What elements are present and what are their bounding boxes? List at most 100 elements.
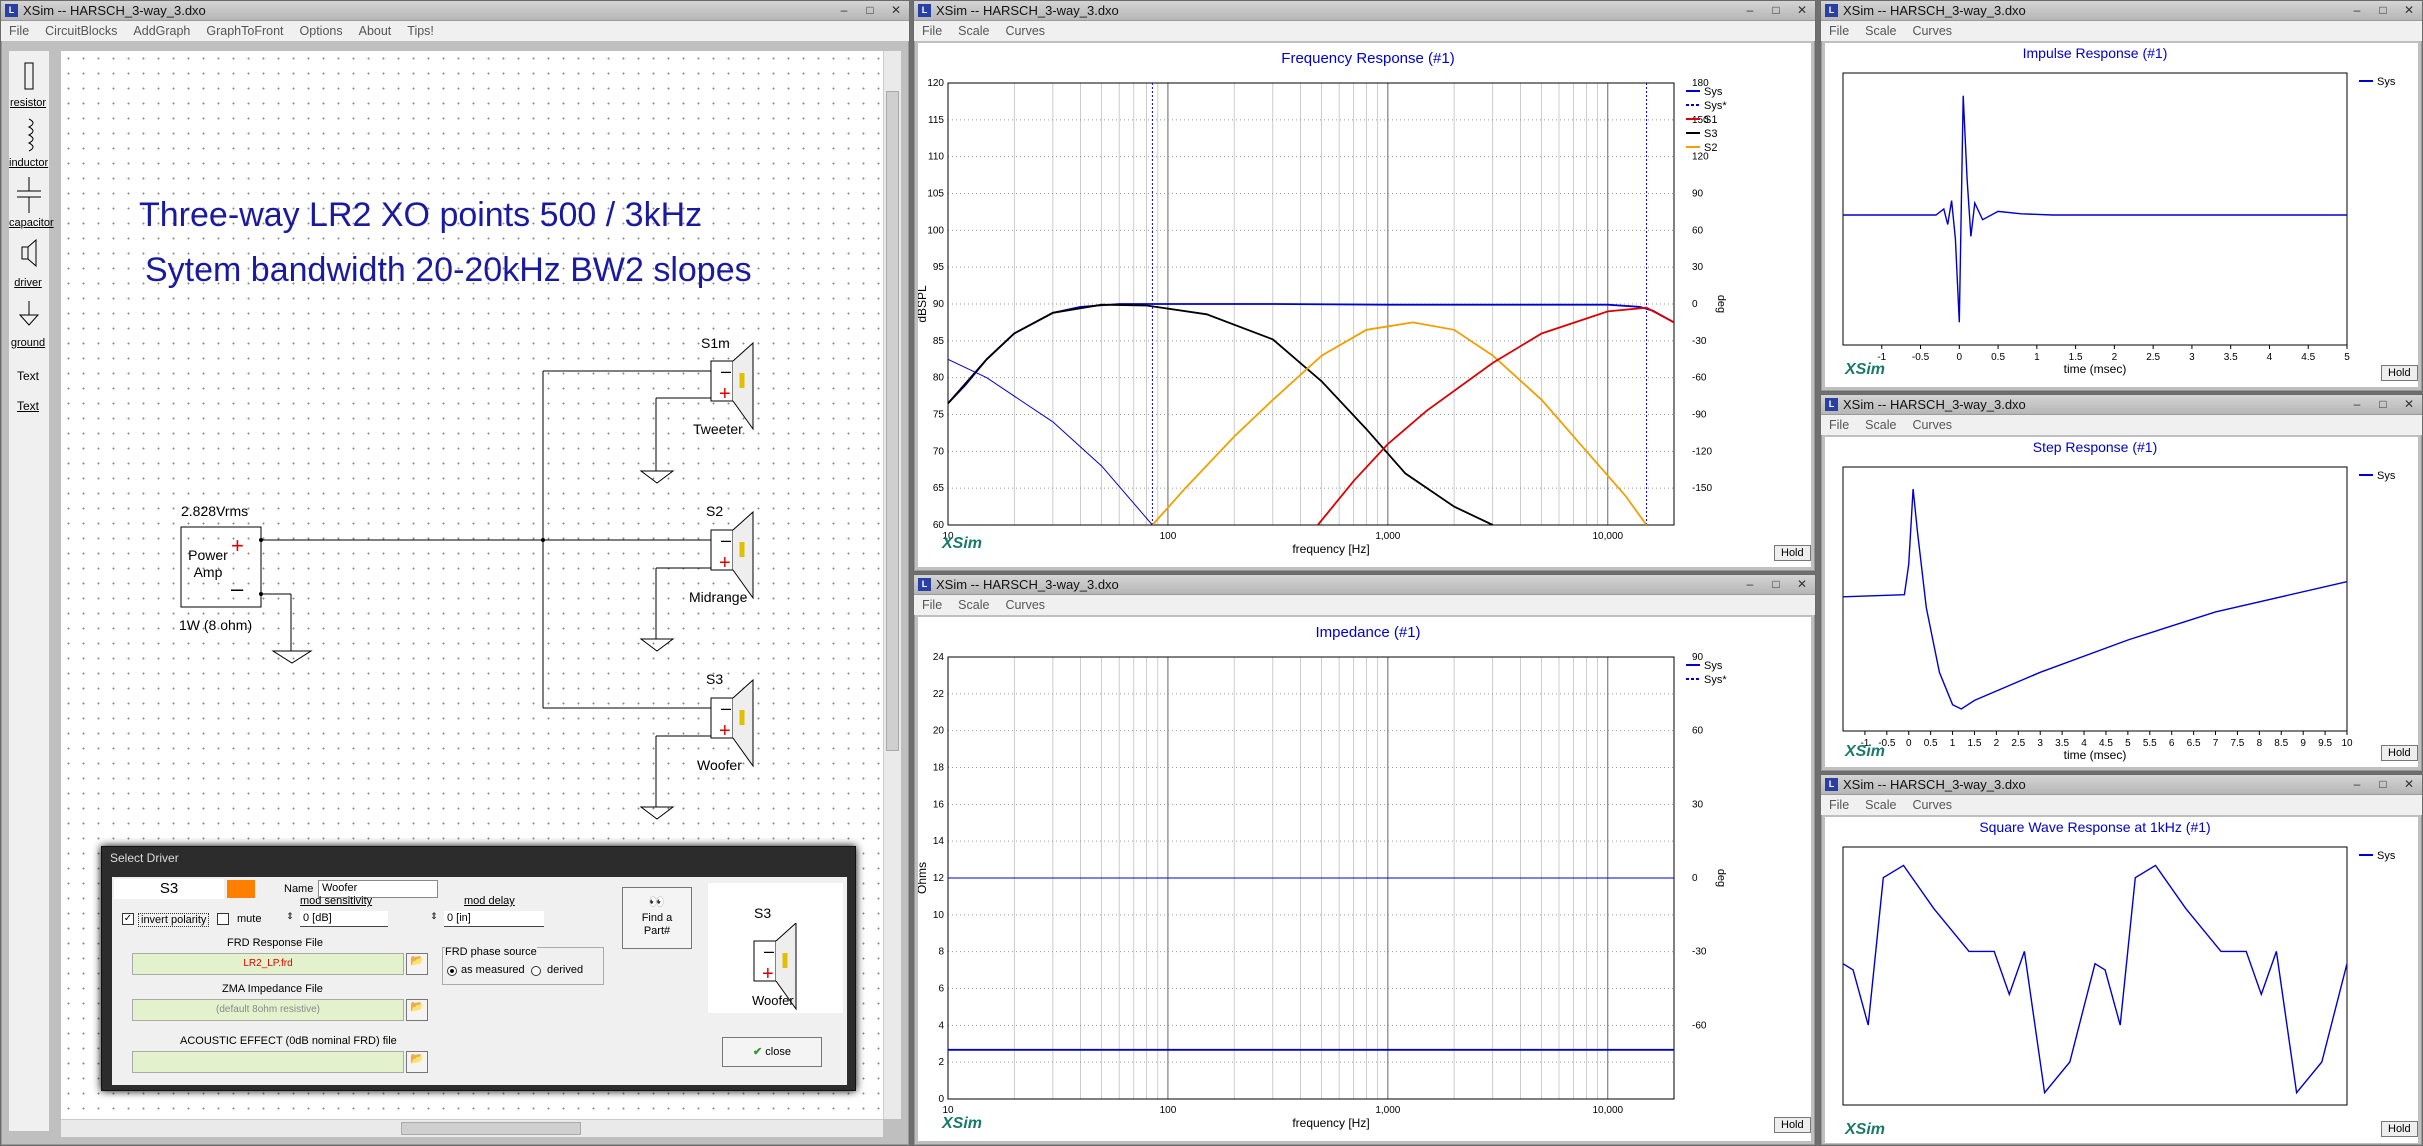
horizontal-scrollbar[interactable] <box>61 1119 883 1137</box>
close-icon[interactable]: ✕ <box>2396 1 2422 19</box>
impulse-titlebar[interactable]: L XSim -- HARSCH_3-way_3.dxo – □ ✕ <box>1821 1 2422 21</box>
circuit-titlebar[interactable]: L XSim -- HARSCH_3-way_3.dxo – □ ✕ <box>1 1 909 21</box>
step-titlebar[interactable]: L XSim -- HARSCH_3-way_3.dxo – □ ✕ <box>1821 395 2422 415</box>
mod-delay-input[interactable]: 0 [in] <box>444 911 544 927</box>
maximize-icon[interactable]: □ <box>2370 395 2396 413</box>
tool-inductor[interactable]: inductor <box>9 157 48 169</box>
mod-sensitivity-spinner[interactable]: ⇕ <box>280 911 300 927</box>
acoustic-browse-button[interactable]: 📂 <box>406 1051 428 1073</box>
close-icon[interactable]: ✕ <box>1789 575 1815 593</box>
tool-ground[interactable]: ground <box>9 337 47 349</box>
hold-button[interactable]: Hold <box>2381 1121 2418 1137</box>
step-response-chart[interactable]: Step Response (#1)-1 -0.5 0 0.5 1 1.5 2 2.5 3 3.5… <box>1825 437 2418 767</box>
zma-file-input[interactable]: (default 8ohm resistive) <box>132 999 404 1021</box>
close-button[interactable]: ✔ close <box>722 1037 822 1067</box>
hold-button[interactable]: Hold <box>2381 365 2418 381</box>
menu-scale[interactable]: Scale <box>1865 24 1896 38</box>
tool-text-link[interactable]: Text <box>9 399 47 413</box>
menu-file[interactable]: File <box>922 24 942 38</box>
tool-text[interactable]: Text <box>9 369 47 383</box>
inductor-icon[interactable] <box>19 117 39 153</box>
tool-capacitor[interactable]: capacitor <box>9 217 54 229</box>
hold-button[interactable]: Hold <box>1774 1117 1811 1133</box>
menu-options[interactable]: Options <box>300 24 343 38</box>
impedance-chart[interactable]: Impedance (#1)024681012141618202224-60-3… <box>918 617 1811 1141</box>
minimize-icon[interactable]: – <box>1737 575 1763 593</box>
minimize-icon[interactable]: – <box>2344 1 2370 19</box>
maximize-icon[interactable]: □ <box>2370 1 2396 19</box>
menu-curves[interactable]: Curves <box>1912 798 1952 812</box>
menu-file[interactable]: File <box>9 24 29 38</box>
menu-curves[interactable]: Curves <box>1005 598 1045 612</box>
close-icon[interactable]: ✕ <box>1789 1 1815 19</box>
menu-tips[interactable]: Tips! <box>407 24 434 38</box>
hscroll-thumb[interactable] <box>401 1122 581 1135</box>
mute-checkbox[interactable] <box>217 913 229 925</box>
frd-browse-button[interactable]: 📂 <box>406 953 428 975</box>
menu-file[interactable]: File <box>922 598 942 612</box>
driver-s2-id[interactable]: S2 <box>706 503 723 519</box>
menu-scale[interactable]: Scale <box>958 598 989 612</box>
impulse-response-chart[interactable]: Impulse Response (#1)-1 -0.5 0 0.5 1 1.5 2 2.5 3… <box>1825 43 2418 387</box>
tool-driver[interactable]: driver <box>9 277 47 289</box>
driver-icon[interactable] <box>19 237 41 271</box>
maximize-icon[interactable]: □ <box>2370 775 2396 793</box>
phase-derived-radio[interactable] <box>531 966 541 976</box>
freq-titlebar[interactable]: L XSim -- HARSCH_3-way_3.dxo – □ ✕ <box>914 1 1815 21</box>
mod-delay-spinner[interactable]: ⇕ <box>424 911 444 927</box>
square-titlebar[interactable]: L XSim -- HARSCH_3-way_3.dxo – □ ✕ <box>1821 775 2422 795</box>
close-icon[interactable]: ✕ <box>2396 775 2422 793</box>
driver-s3-id[interactable]: S3 <box>706 671 723 687</box>
scrollbar-thumb[interactable] <box>886 91 899 751</box>
frequency-response-chart[interactable]: Frequency Response (#1) 60 65 70 75 80 85 90 95 1… <box>918 43 1811 567</box>
menu-circuitblocks[interactable]: CircuitBlocks <box>45 24 117 38</box>
y-tick-label: 100 <box>927 225 944 236</box>
frd-file-input[interactable]: LR2_LP.frd <box>132 953 404 975</box>
menu-file[interactable]: File <box>1829 24 1849 38</box>
minimize-icon[interactable]: – <box>2344 395 2370 413</box>
menu-file[interactable]: File <box>1829 418 1849 432</box>
menu-scale[interactable]: Scale <box>1865 798 1896 812</box>
minimize-icon[interactable]: – <box>1737 1 1763 19</box>
hold-button[interactable]: Hold <box>2381 745 2418 761</box>
square-menubar: File Scale Curves <box>1821 795 2422 815</box>
x-tick-label: 10 <box>2341 738 2353 749</box>
tool-resistor[interactable]: resistor <box>9 97 47 109</box>
maximize-icon[interactable]: □ <box>857 1 883 19</box>
vertical-scrollbar[interactable] <box>883 51 901 1119</box>
menu-scale[interactable]: Scale <box>958 24 989 38</box>
mod-sensitivity-input[interactable]: 0 [dB] <box>300 911 388 927</box>
power-amp[interactable]: Power Amp <box>183 547 233 581</box>
maximize-icon[interactable]: □ <box>1763 1 1789 19</box>
xsim-logo: XSim <box>1845 361 1886 378</box>
maximize-icon[interactable]: □ <box>1763 575 1789 593</box>
zma-browse-button[interactable]: 📂 <box>406 999 428 1021</box>
menu-file[interactable]: File <box>1829 798 1849 812</box>
menu-curves[interactable]: Curves <box>1912 24 1952 38</box>
menu-curves[interactable]: Curves <box>1912 418 1952 432</box>
ground-icon[interactable] <box>17 299 41 331</box>
minimize-icon[interactable]: – <box>831 1 857 19</box>
close-icon[interactable]: ✕ <box>883 1 909 19</box>
x-tick-label: 9.5 <box>2318 738 2332 749</box>
menu-addgraph[interactable]: AddGraph <box>133 24 190 38</box>
impedance-titlebar[interactable]: L XSim -- HARSCH_3-way_3.dxo – □ ✕ <box>914 575 1815 595</box>
find-part-button[interactable]: 👀 Find a Part# <box>622 887 692 949</box>
driver-s1m-id[interactable]: S1m <box>701 335 730 351</box>
amp-power-label: 1W (8 ohm) <box>179 617 253 633</box>
driver-color-swatch[interactable] <box>227 880 255 898</box>
square-wave-chart[interactable]: Square Wave Response at 1kHz (#1) Sys <box>1825 817 2418 1143</box>
menu-about[interactable]: About <box>359 24 392 38</box>
minimize-icon[interactable]: – <box>2344 775 2370 793</box>
acoustic-file-input[interactable] <box>132 1051 404 1073</box>
close-icon[interactable]: ✕ <box>2396 395 2422 413</box>
capacitor-icon[interactable] <box>15 177 43 213</box>
resistor-icon[interactable] <box>19 59 39 95</box>
hold-button[interactable]: Hold <box>1774 545 1811 561</box>
menu-scale[interactable]: Scale <box>1865 418 1896 432</box>
invert-polarity-checkbox[interactable]: ✓ <box>122 913 134 925</box>
menu-graphtofront[interactable]: GraphToFront <box>206 24 283 38</box>
phase-measured-radio[interactable] <box>447 966 457 976</box>
menu-curves[interactable]: Curves <box>1005 24 1045 38</box>
y-tick-label: 14 <box>933 836 945 847</box>
